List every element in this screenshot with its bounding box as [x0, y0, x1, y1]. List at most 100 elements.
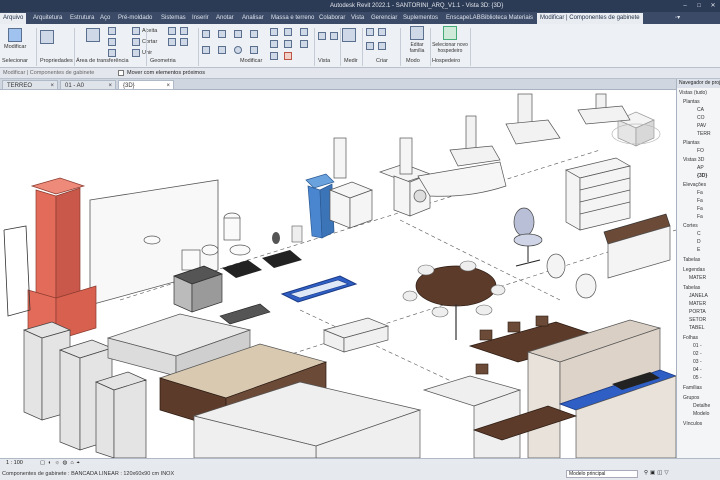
tree-item[interactable]: Famílias [683, 385, 702, 391]
tree-item[interactable]: Vínculos [683, 421, 702, 427]
maximize-icon[interactable]: □ [692, 0, 706, 12]
tree-item[interactable]: C [697, 231, 701, 237]
view-tab-01-a0[interactable]: 01 - A0 × [60, 80, 116, 90]
move-button[interactable] [202, 46, 210, 54]
tree-item[interactable]: E [697, 247, 700, 253]
mirror-pick-button[interactable] [234, 30, 242, 38]
floor-mat[interactable] [262, 250, 302, 268]
tree-item[interactable]: MATER [689, 301, 706, 307]
tree-item[interactable]: Modelo [693, 411, 709, 417]
tree-item[interactable]: Fa [697, 206, 703, 212]
laundry-machines[interactable] [329, 137, 432, 229]
tree-item[interactable]: MATER [689, 275, 706, 281]
ribbon-collapse-icon[interactable]: ◦▾ [672, 13, 683, 24]
tab-biblioteca-materiais[interactable]: Biblioteca Materiais [478, 13, 536, 24]
select-dropdown[interactable]: Selecionar [2, 58, 28, 64]
tree-item[interactable]: CO [697, 115, 705, 121]
tree-item[interactable]: 05 - [693, 375, 702, 381]
measure-button[interactable] [342, 28, 356, 42]
offset-button[interactable] [218, 30, 226, 38]
tree-item[interactable]: SETOR [689, 317, 706, 323]
selection-filter-icons[interactable]: ⚲▣◫▽ [644, 470, 671, 476]
tree-item[interactable]: JANELA [689, 293, 708, 299]
pick-new-host-button[interactable]: Selecionar novo hospedeiro [432, 26, 468, 54]
office-chair[interactable] [513, 207, 543, 267]
edit-family-button[interactable]: Editar família [404, 26, 430, 54]
geometry-tool-3[interactable] [168, 38, 176, 46]
tab-arquivo[interactable]: Arquivo [0, 13, 27, 24]
range-hoods[interactable] [449, 93, 631, 167]
paste-button[interactable] [86, 28, 100, 42]
minimize-icon[interactable]: – [678, 0, 692, 12]
tree-item[interactable]: {3D} [697, 173, 707, 179]
tab-arquitetura[interactable]: Arquitetura [30, 13, 65, 24]
modify-button[interactable]: Modificar [4, 28, 26, 50]
tree-item[interactable]: Plantas [683, 140, 700, 146]
modify-extra-1[interactable] [300, 28, 308, 36]
dresser[interactable] [565, 157, 631, 231]
scale-button[interactable] [270, 52, 278, 60]
3d-view-canvas[interactable] [0, 90, 676, 458]
tab-vista[interactable]: Vista [348, 13, 367, 24]
view-hide-button[interactable] [318, 32, 326, 40]
align-button[interactable] [202, 30, 210, 38]
right-kitchen-counters[interactable] [603, 213, 671, 279]
view-scale[interactable]: 1 : 100 [6, 460, 23, 466]
trim-button[interactable] [250, 46, 258, 54]
create-similar-button[interactable] [378, 42, 386, 50]
move-with-nearby-checkbox[interactable] [118, 70, 124, 76]
tab-suplementos[interactable]: Suplementos [400, 13, 441, 24]
tab-analisar[interactable]: Analisar [239, 13, 267, 24]
close-icon[interactable]: ✕ [706, 0, 720, 12]
tree-item[interactable]: 02 - [693, 351, 702, 357]
view-tab-terreo[interactable]: TERREO × [2, 80, 58, 90]
tree-item[interactable]: Fa [697, 198, 703, 204]
copy-tool[interactable] [108, 38, 116, 46]
selected-countertop[interactable] [280, 275, 358, 303]
small-accessories[interactable] [272, 225, 303, 244]
view-override-button[interactable] [330, 32, 338, 40]
floor-mat[interactable] [222, 260, 262, 278]
tab-inserir[interactable]: Inserir [189, 13, 212, 24]
barbecue-grill[interactable] [27, 177, 97, 341]
active-workset-dropdown[interactable]: Modelo principal [566, 470, 638, 478]
tree-item[interactable]: Fa [697, 190, 703, 196]
tree-item[interactable]: Vistas 3D [683, 157, 704, 163]
view-control-icons[interactable]: ▢◐☼◍⌂⌖ [40, 460, 83, 467]
properties-panel-button[interactable]: Propriedades [40, 58, 73, 64]
tree-item[interactable]: AP [697, 165, 704, 171]
create-assembly-button[interactable] [366, 42, 374, 50]
tree-item[interactable]: Legendas [683, 267, 705, 273]
tab-massa-terreno[interactable]: Massa e terreno [268, 13, 317, 24]
bathtub[interactable] [417, 161, 507, 197]
create-group-button[interactable] [366, 28, 374, 36]
cut-tool[interactable] [108, 27, 116, 35]
tree-item[interactable]: FO [697, 148, 704, 154]
view-tab-3d[interactable]: {3D} × [118, 80, 174, 90]
shower-frame[interactable] [3, 225, 31, 317]
split-button[interactable] [270, 28, 278, 36]
tree-item[interactable]: Tabelas [683, 257, 700, 263]
tree-item[interactable]: CA [697, 107, 704, 113]
tree-item[interactable]: Cortes [683, 223, 698, 229]
pin-button[interactable] [284, 28, 292, 36]
geometry-tool-2[interactable] [180, 27, 188, 35]
tree-item[interactable]: Grupos [683, 395, 699, 401]
cope-button[interactable]: Aceita [132, 27, 157, 35]
tree-item[interactable]: Tabelas [683, 285, 700, 291]
geometry-tool-4[interactable] [180, 38, 188, 46]
side-chairs[interactable] [546, 253, 597, 299]
round-dining-table[interactable] [402, 260, 506, 340]
tree-item[interactable]: Fa [697, 214, 703, 220]
geometry-tool-1[interactable] [168, 27, 176, 35]
array-button[interactable] [270, 40, 278, 48]
tree-item[interactable]: TERR [697, 131, 711, 137]
rotate-button[interactable] [234, 46, 242, 54]
join-button[interactable]: Unir [132, 49, 152, 57]
tab-estrutura[interactable]: Estrutura [67, 13, 97, 24]
tree-item[interactable]: TABEL [689, 325, 704, 331]
tree-item[interactable]: 03 - [693, 359, 702, 365]
tab-anotar[interactable]: Anotar [213, 13, 237, 24]
tree-item[interactable]: 04 - [693, 367, 702, 373]
tree-item[interactable]: PAV [697, 123, 706, 129]
